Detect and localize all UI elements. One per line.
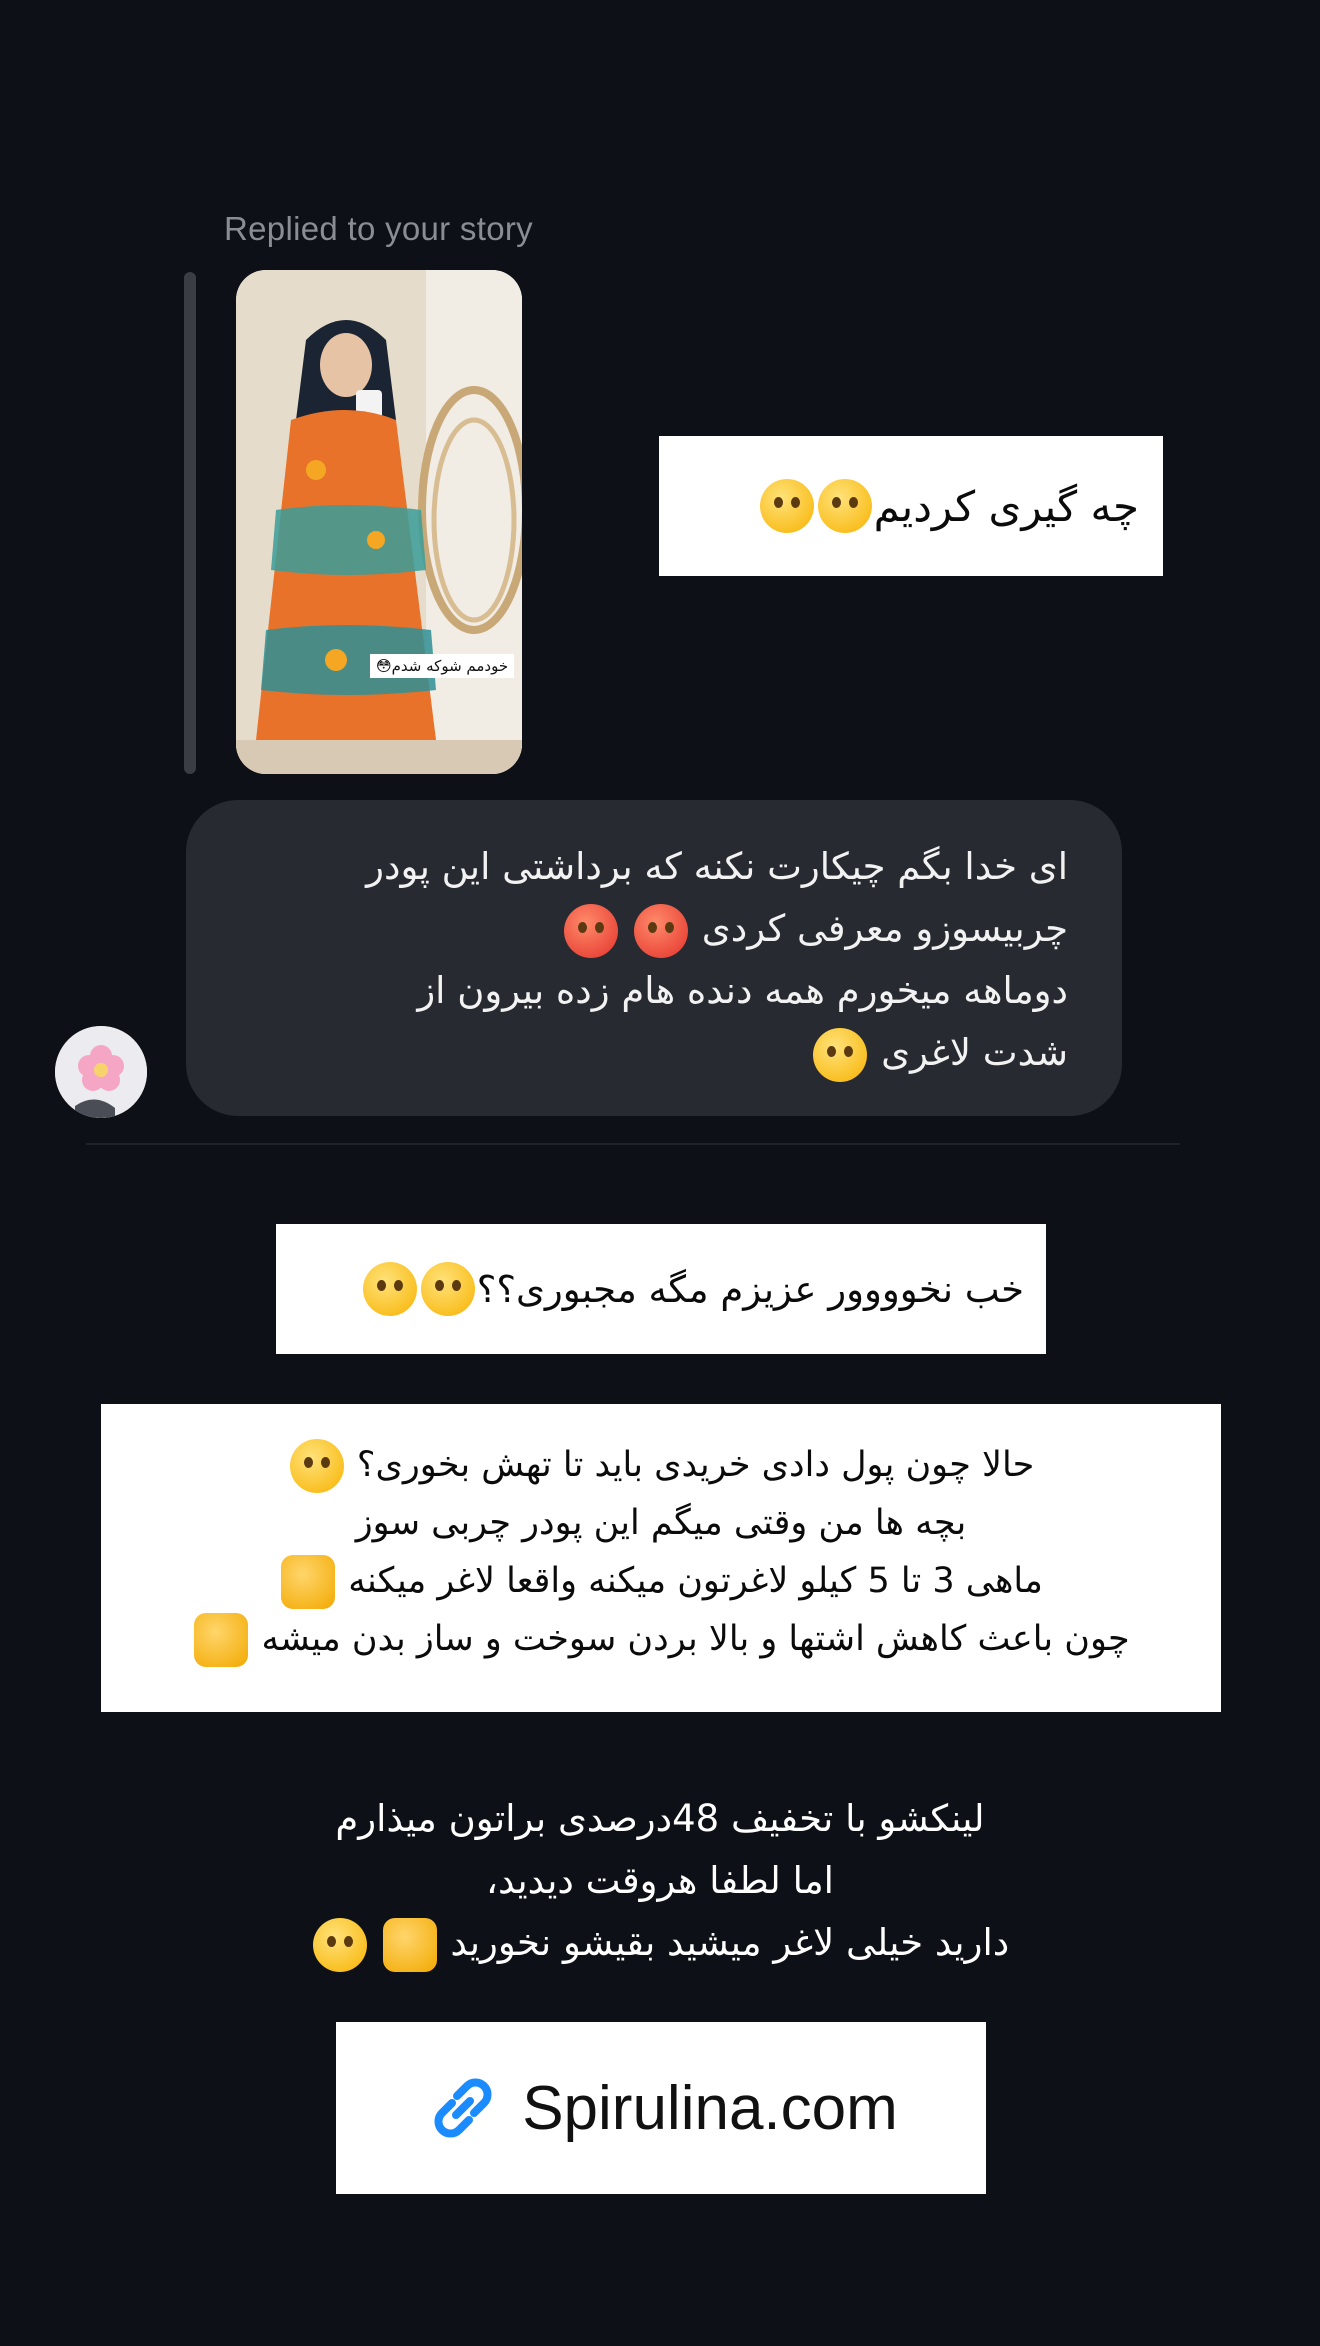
message-line-3: دوماهه میخورم همه دنده هام زده بیرون از [417,969,1068,1012]
sticker-what-a-mess: چه گیری کردیم [659,436,1163,576]
sticker-2-text: خب نخوووور عزیزم مگه مجبوری؟؟ [476,1267,1024,1311]
sticker-3-line-3: ماهی 3 تا 5 کیلو لاغرتون میکنه واقعا لاغ… [348,1561,1043,1601]
sender-avatar[interactable] [55,1026,147,1118]
message-line-1: ای خدا بگم چیکارت نکنه که برداشتی این پو… [366,845,1068,888]
crying-face-icon [813,1027,868,1082]
sticker-1-text: چه گیری کردیم [873,481,1139,531]
link-icon [434,2078,492,2138]
message-line-2: چربیسوزو معرفی کردی [701,907,1068,950]
link-url: Spirulina.com [522,2073,898,2143]
thumbs-up-icon [281,1555,336,1609]
sticker-3-line-2: بچه ها من وقتی میگم این پودر چربی سوز [355,1503,967,1543]
story-thumbnail[interactable]: خودمم شوکه شدم😳 [236,270,522,774]
sticker-dont-eat-it: خب نخوووور عزیزم مگه مجبوری؟؟ [276,1224,1046,1354]
sticker-explanation: حالا چون پول دادی خریدی باید تا تهش بخور… [101,1404,1221,1712]
ok-hand-icon [194,1613,249,1667]
story-reply-screen: Replied to your story خودمم شوکه شدم😳 چه… [0,0,1320,2346]
story-caption: خودمم شوکه شدم😳 [370,654,515,678]
sticker-3-line-1: حالا چون پول دادی خریدی باید تا تهش بخور… [356,1445,1035,1485]
flushed-face-icon [420,1262,475,1316]
discount-line-3: دارید خیلی لاغر میشید بقیشو نخورید [450,1921,1010,1964]
angry-face-icon [564,903,619,958]
flushed-face-icon [817,479,872,533]
angry-face-icon [634,903,689,958]
sticker-3-line-4: چون باعث کاهش اشتها و بالا بردن سوخت و س… [261,1619,1130,1659]
grinning-sweat-face-icon [759,479,814,533]
discount-line-1: لینکشو با تخفیف 48درصدی براتون میذارم [335,1797,985,1840]
reply-quote-bar [184,272,196,774]
message-divider [86,1143,1180,1145]
pointing-down-hand-icon [382,1917,437,1972]
grinning-sweat-face-icon [312,1917,367,1972]
message-line-4: شدت لاغری [881,1031,1068,1074]
flushed-face-icon [362,1262,417,1316]
flower-icon [55,1026,147,1118]
link-sticker[interactable]: Spirulina.com [336,2022,986,2194]
incoming-message-bubble[interactable]: ای خدا بگم چیکارت نکنه که برداشتی این پو… [186,800,1122,1116]
flushed-face-icon [289,1439,344,1493]
replied-to-story-label: Replied to your story [224,210,533,247]
story-photo [236,270,522,774]
discount-line-2: اما لطفا هروقت دیدید، [486,1859,834,1902]
discount-text: لینکشو با تخفیف 48درصدی براتون میذارم ام… [160,1788,1160,1974]
